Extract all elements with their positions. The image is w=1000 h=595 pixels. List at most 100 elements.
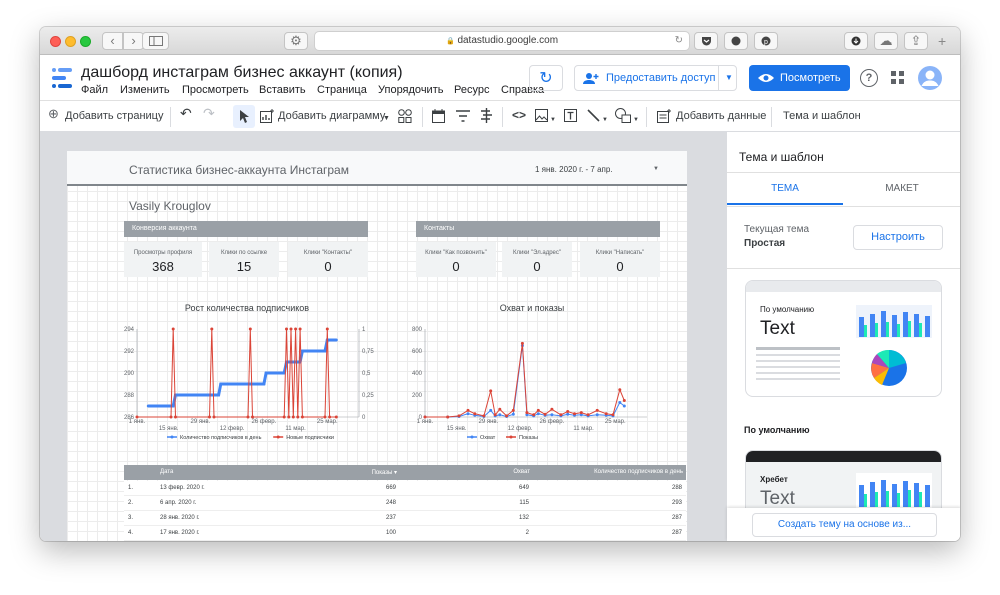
- shape-dropdown-icon[interactable]: ▼: [633, 113, 639, 127]
- cell-reach: 649: [518, 485, 529, 491]
- row-number: 4.: [128, 530, 134, 536]
- menu-view[interactable]: Просмотреть: [182, 84, 249, 96]
- add-page-button[interactable]: Добавить страницу: [65, 109, 163, 123]
- add-page-icon[interactable]: ⊕: [48, 107, 59, 121]
- pocket-icon[interactable]: [694, 32, 718, 50]
- create-theme-from-image-button[interactable]: Создать тему на основе из...: [752, 513, 937, 537]
- legend-entry: Охват: [480, 435, 496, 441]
- x-tick-label: 29 янв.: [479, 419, 499, 425]
- help-icon[interactable]: ?: [860, 69, 878, 87]
- data-point: [251, 415, 254, 419]
- theme-card-default[interactable]: По умолчанию Text: [745, 280, 942, 397]
- zoom-window-button[interactable]: [80, 36, 91, 47]
- share-dropdown-chevron-icon[interactable]: ▼: [725, 66, 733, 90]
- table-row[interactable]: 3. 28 янв. 2020 г. 237 132 287: [124, 511, 686, 526]
- share-button[interactable]: Предоставить доступ ▼: [574, 65, 737, 91]
- y-tick-label: 800: [412, 327, 423, 333]
- menu-arrange[interactable]: Упорядочить: [378, 84, 443, 96]
- add-chart-button[interactable]: Добавить диаграмму: [278, 109, 385, 123]
- y-right-tick-label: 1: [362, 327, 366, 333]
- data-point: [294, 327, 298, 331]
- kpi-message-clicks[interactable]: Клики "Написать" 0: [580, 242, 660, 277]
- reach-impressions-chart[interactable]: Охват и показы02004006008001 янв.15 янв.…: [397, 291, 667, 463]
- add-chart-dropdown-icon[interactable]: ▼: [383, 112, 390, 126]
- kpi-link-clicks[interactable]: Клики по ссылке 15: [209, 242, 279, 277]
- text-box-icon[interactable]: [564, 109, 577, 122]
- subscribers-growth-chart[interactable]: Рост количества подписчиков2862882902922…: [107, 291, 387, 463]
- data-studio-logo-icon[interactable]: [50, 68, 72, 88]
- image-icon[interactable]: [535, 109, 548, 122]
- add-control-icon[interactable]: [398, 109, 412, 123]
- table-header-subs[interactable]: Количество подписчиков в день: [594, 469, 683, 475]
- table-row[interactable]: 1. 13 февр. 2020 г. 669 649 288: [124, 481, 686, 496]
- extension-gear-icon[interactable]: ⚙: [284, 32, 308, 50]
- icloud-icon[interactable]: ☁: [874, 32, 898, 50]
- data-point: [618, 401, 622, 404]
- table-row[interactable]: 2. 6 апр. 2020 г. 248 115 293: [124, 496, 686, 511]
- add-data-button[interactable]: Добавить данные: [676, 109, 766, 123]
- data-point: [291, 415, 295, 419]
- select-tool-button[interactable]: [233, 105, 255, 128]
- table-header-shows[interactable]: Показы ▾: [372, 469, 397, 476]
- menu-file[interactable]: Файл: [81, 84, 108, 96]
- add-data-icon[interactable]: [657, 109, 671, 123]
- refresh-data-icon[interactable]: ↻: [529, 65, 563, 91]
- line-tool-icon[interactable]: [587, 109, 600, 122]
- data-point: [262, 382, 266, 386]
- data-point: [328, 415, 332, 419]
- undo-icon[interactable]: ↶: [180, 106, 192, 120]
- date-range-chevron-icon[interactable]: ▼: [653, 166, 659, 172]
- y-right-tick-label: 0,75: [362, 349, 374, 355]
- kpi-email-clicks[interactable]: Клики "Эл.адрес" 0: [502, 242, 572, 277]
- new-tab-icon[interactable]: +: [938, 33, 946, 49]
- menu-page[interactable]: Страница: [317, 84, 367, 96]
- report-canvas[interactable]: Статистика бизнес-аккаунта Инстаграм 1 я…: [40, 132, 726, 541]
- image-dropdown-icon[interactable]: ▼: [550, 113, 556, 127]
- forward-button[interactable]: ›: [123, 32, 144, 50]
- data-control-icon[interactable]: [480, 108, 493, 123]
- embed-url-icon[interactable]: <>: [512, 108, 526, 122]
- customize-theme-button[interactable]: Настроить: [853, 225, 943, 250]
- menu-resource[interactable]: Ресурс: [454, 84, 489, 96]
- table-header-reach[interactable]: Охват: [513, 469, 530, 475]
- table-row[interactable]: 4. 17 янв. 2020 г. 100 2 287: [124, 526, 686, 541]
- sidebar-toggle-icon[interactable]: [142, 32, 169, 50]
- document-title[interactable]: дашборд инстаграм бизнес аккаунт (копия): [81, 64, 403, 82]
- date-range-icon[interactable]: [432, 109, 445, 123]
- view-button[interactable]: Посмотреть: [749, 65, 850, 91]
- share-page-icon[interactable]: ⇪: [904, 32, 928, 50]
- redo-icon[interactable]: ↷: [203, 106, 215, 120]
- y-tick-label: 600: [412, 349, 423, 355]
- menu-insert[interactable]: Вставить: [259, 84, 306, 96]
- kpi-call-clicks[interactable]: Клики "Как позвонить" 0: [416, 242, 496, 277]
- minimize-window-button[interactable]: [65, 36, 76, 47]
- close-window-button[interactable]: [50, 36, 61, 47]
- report-page[interactable]: Статистика бизнес-аккаунта Инстаграм 1 я…: [67, 151, 687, 541]
- y-tick-label: 294: [124, 327, 135, 333]
- apps-grid-icon[interactable]: [891, 71, 904, 84]
- menu-edit[interactable]: Изменить: [120, 84, 170, 96]
- cell-shows: 669: [385, 485, 396, 491]
- x-tick-label: 25 мар.: [317, 419, 338, 425]
- reload-icon[interactable]: ↻: [675, 32, 683, 50]
- address-bar[interactable]: 🔒 datastudio.google.com ↻: [314, 31, 690, 51]
- theme-layout-button[interactable]: Тема и шаблон: [783, 109, 861, 123]
- downloads-icon[interactable]: [844, 32, 868, 50]
- tab-theme[interactable]: ТЕМА: [727, 173, 843, 205]
- pinterest-icon[interactable]: p: [754, 32, 778, 50]
- date-range-control[interactable]: 1 янв. 2020 г. - 7 апр.: [535, 165, 613, 174]
- x-tick-label: 26 февр.: [539, 419, 564, 425]
- avatar[interactable]: [918, 66, 942, 90]
- y-tick-label: 290: [124, 371, 135, 377]
- table-header-date[interactable]: Дата: [160, 469, 173, 475]
- add-chart-icon[interactable]: [260, 109, 274, 123]
- filter-icon[interactable]: [456, 110, 470, 122]
- tab-layout[interactable]: МАКЕТ: [843, 173, 960, 205]
- shape-tool-icon[interactable]: [615, 108, 631, 123]
- legend-entry: Показы: [519, 435, 538, 441]
- back-button[interactable]: ‹: [102, 32, 123, 50]
- kpi-contacts-clicks[interactable]: Клики "Контакты" 0: [288, 242, 368, 277]
- extension-icon[interactable]: [724, 32, 748, 50]
- kpi-profile-views[interactable]: Просмотры профиля 368: [124, 242, 202, 277]
- line-dropdown-icon[interactable]: ▼: [602, 113, 608, 127]
